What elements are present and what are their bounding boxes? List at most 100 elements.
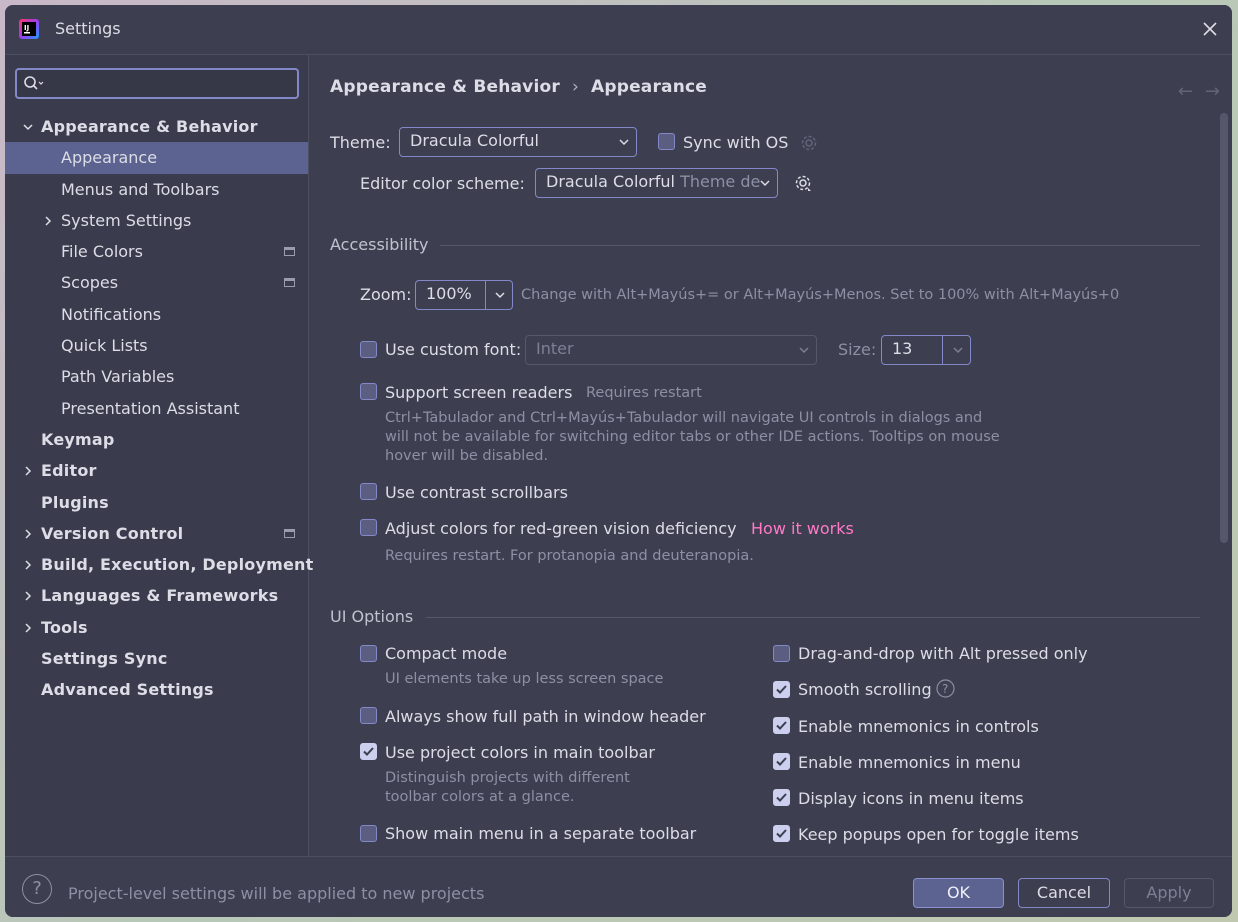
zoom-label: Zoom: <box>360 285 412 304</box>
screen-readers-desc-line: hover will be disabled. <box>385 448 549 464</box>
checkmark-icon <box>776 685 787 694</box>
editor-scheme-select[interactable]: Dracula Colorful Theme de <box>535 168 778 198</box>
mnemonics-controls-checkbox[interactable] <box>773 717 790 734</box>
project-level-icon <box>284 528 295 538</box>
keep-popups-label: Keep popups open for toggle items <box>798 825 1079 844</box>
dialog-footer: ? Project-level settings will be applied… <box>5 856 1232 917</box>
tree-item-tools[interactable]: Tools <box>5 612 308 643</box>
tree-item-label: Advanced Settings <box>41 680 214 700</box>
tree-item-advanced-settings[interactable]: Advanced Settings <box>5 674 308 705</box>
font-size-select[interactable]: 13 <box>881 335 971 365</box>
tree-item-build-execution[interactable]: Build, Execution, Deployment <box>5 549 313 580</box>
tree-item-version-control[interactable]: Version Control <box>5 518 308 549</box>
color-adjust-checkbox[interactable] <box>360 519 377 536</box>
sync-with-os-checkbox[interactable] <box>658 133 675 150</box>
smooth-scrolling-checkbox[interactable] <box>773 681 790 698</box>
full-path-checkbox[interactable] <box>360 707 377 724</box>
svg-text:IJ: IJ <box>24 24 29 32</box>
custom-font-checkbox[interactable] <box>360 341 377 358</box>
tree-item-path-variables[interactable]: Path Variables <box>5 361 308 392</box>
gear-icon[interactable] <box>793 173 813 193</box>
breadcrumb-separator: › <box>571 77 579 97</box>
tree-item-plugins[interactable]: Plugins <box>5 487 308 518</box>
screen-readers-desc-line: Ctrl+Tabulador and Ctrl+Mayús+Tabulador … <box>385 410 983 426</box>
zoom-hint: Change with Alt+Mayús+= or Alt+Mayús+Men… <box>521 287 1120 303</box>
tree-item-label: Tools <box>41 617 88 637</box>
tree-item-appearance-behavior[interactable]: Appearance & Behavior <box>5 111 308 142</box>
contrast-scrollbars-checkbox[interactable] <box>360 483 377 500</box>
compact-mode-checkbox[interactable] <box>360 645 377 662</box>
breadcrumb: Appearance & Behavior › Appearance <box>330 77 707 97</box>
zoom-select[interactable]: 100% <box>415 280 513 310</box>
tree-item-label: Appearance & Behavior <box>41 117 258 136</box>
menu-icons-checkbox[interactable] <box>773 789 790 806</box>
tree-item-file-colors[interactable]: File Colors <box>5 236 308 267</box>
tree-item-label: Path Variables <box>61 367 175 387</box>
chevron-down-icon <box>495 292 505 299</box>
footer-message: Project-level settings will be applied t… <box>68 884 485 903</box>
tree-item-presentation-assistant[interactable]: Presentation Assistant <box>5 393 308 424</box>
mnemonics-menu-checkbox[interactable] <box>773 753 790 770</box>
tree-item-menus-toolbars[interactable]: Menus and Toolbars <box>5 174 308 205</box>
separate-menu-label: Show main menu in a separate toolbar <box>385 824 697 843</box>
tree-item-label: Build, Execution, Deployment <box>41 555 314 575</box>
tree-item-label: Version Control <box>41 523 184 543</box>
theme-label: Theme: <box>330 133 391 152</box>
forward-arrow-icon[interactable]: → <box>1205 81 1220 102</box>
project-colors-desc-line: Distinguish projects with different <box>385 770 630 786</box>
breadcrumb-parent[interactable]: Appearance & Behavior <box>330 77 560 97</box>
tree-item-system-settings[interactable]: System Settings <box>5 205 308 236</box>
custom-font-select[interactable]: Inter <box>525 335 817 365</box>
tree-item-notifications[interactable]: Notifications <box>5 299 308 330</box>
project-level-icon <box>284 247 295 257</box>
vertical-scrollbar[interactable] <box>1220 113 1228 543</box>
checkmark-icon <box>363 747 374 756</box>
checkmark-icon <box>776 757 787 766</box>
ok-button[interactable]: OK <box>913 878 1004 908</box>
zoom-value: 100% <box>426 284 472 303</box>
chevron-right-icon <box>25 529 32 539</box>
color-adjust-desc: Requires restart. For protanopia and deu… <box>385 548 754 564</box>
how-it-works-link[interactable]: How it works <box>751 519 854 538</box>
screen-readers-desc-line: will not be available for switching edit… <box>385 429 1000 445</box>
svg-text:?: ? <box>942 682 948 696</box>
separate-menu-checkbox[interactable] <box>360 825 377 842</box>
checkmark-icon <box>776 721 787 730</box>
search-input[interactable] <box>15 68 299 99</box>
tree-item-label: Menus and Toolbars <box>61 179 220 199</box>
keep-popups-checkbox[interactable] <box>773 825 790 842</box>
compact-mode-label: Compact mode <box>385 644 508 663</box>
tree-item-scopes[interactable]: Scopes <box>5 267 308 298</box>
close-icon[interactable] <box>1198 17 1222 41</box>
chevron-down-icon <box>953 347 963 354</box>
checkmark-icon <box>776 829 787 838</box>
combo-divider <box>942 336 943 364</box>
tree-item-editor[interactable]: Editor <box>5 455 308 486</box>
intellij-logo-icon: IJ <box>19 19 39 39</box>
help-button[interactable]: ? <box>22 874 52 904</box>
theme-select[interactable]: Dracula Colorful <box>399 127 637 157</box>
screen-readers-checkbox[interactable] <box>360 383 377 400</box>
chevron-right-icon <box>25 623 32 633</box>
mnemonics-menu-label: Enable mnemonics in menu <box>798 753 1021 772</box>
tree-item-languages-frameworks[interactable]: Languages & Frameworks <box>5 580 308 611</box>
tree-item-keymap[interactable]: Keymap <box>5 424 308 455</box>
mnemonics-controls-label: Enable mnemonics in controls <box>798 717 1039 736</box>
drag-drop-alt-checkbox[interactable] <box>773 645 790 662</box>
tree-item-label: File Colors <box>61 242 143 262</box>
screen-readers-note: Requires restart <box>586 385 702 401</box>
apply-button[interactable]: Apply <box>1124 878 1214 908</box>
project-colors-desc-line: toolbar colors at a glance. <box>385 789 575 805</box>
project-colors-checkbox[interactable] <box>360 743 377 760</box>
font-size-value: 13 <box>892 339 913 358</box>
editor-scheme-suffix: Theme de <box>680 172 761 191</box>
gear-icon[interactable] <box>799 133 819 153</box>
tree-item-settings-sync[interactable]: Settings Sync <box>5 643 308 674</box>
tree-item-appearance[interactable]: Appearance <box>5 142 308 174</box>
chevron-right-icon <box>25 591 32 601</box>
accessibility-heading: Accessibility <box>330 235 429 254</box>
help-icon[interactable]: ? <box>936 679 955 698</box>
tree-item-quick-lists[interactable]: Quick Lists <box>5 330 308 361</box>
back-arrow-icon[interactable]: ← <box>1178 81 1193 102</box>
cancel-button[interactable]: Cancel <box>1018 878 1110 908</box>
